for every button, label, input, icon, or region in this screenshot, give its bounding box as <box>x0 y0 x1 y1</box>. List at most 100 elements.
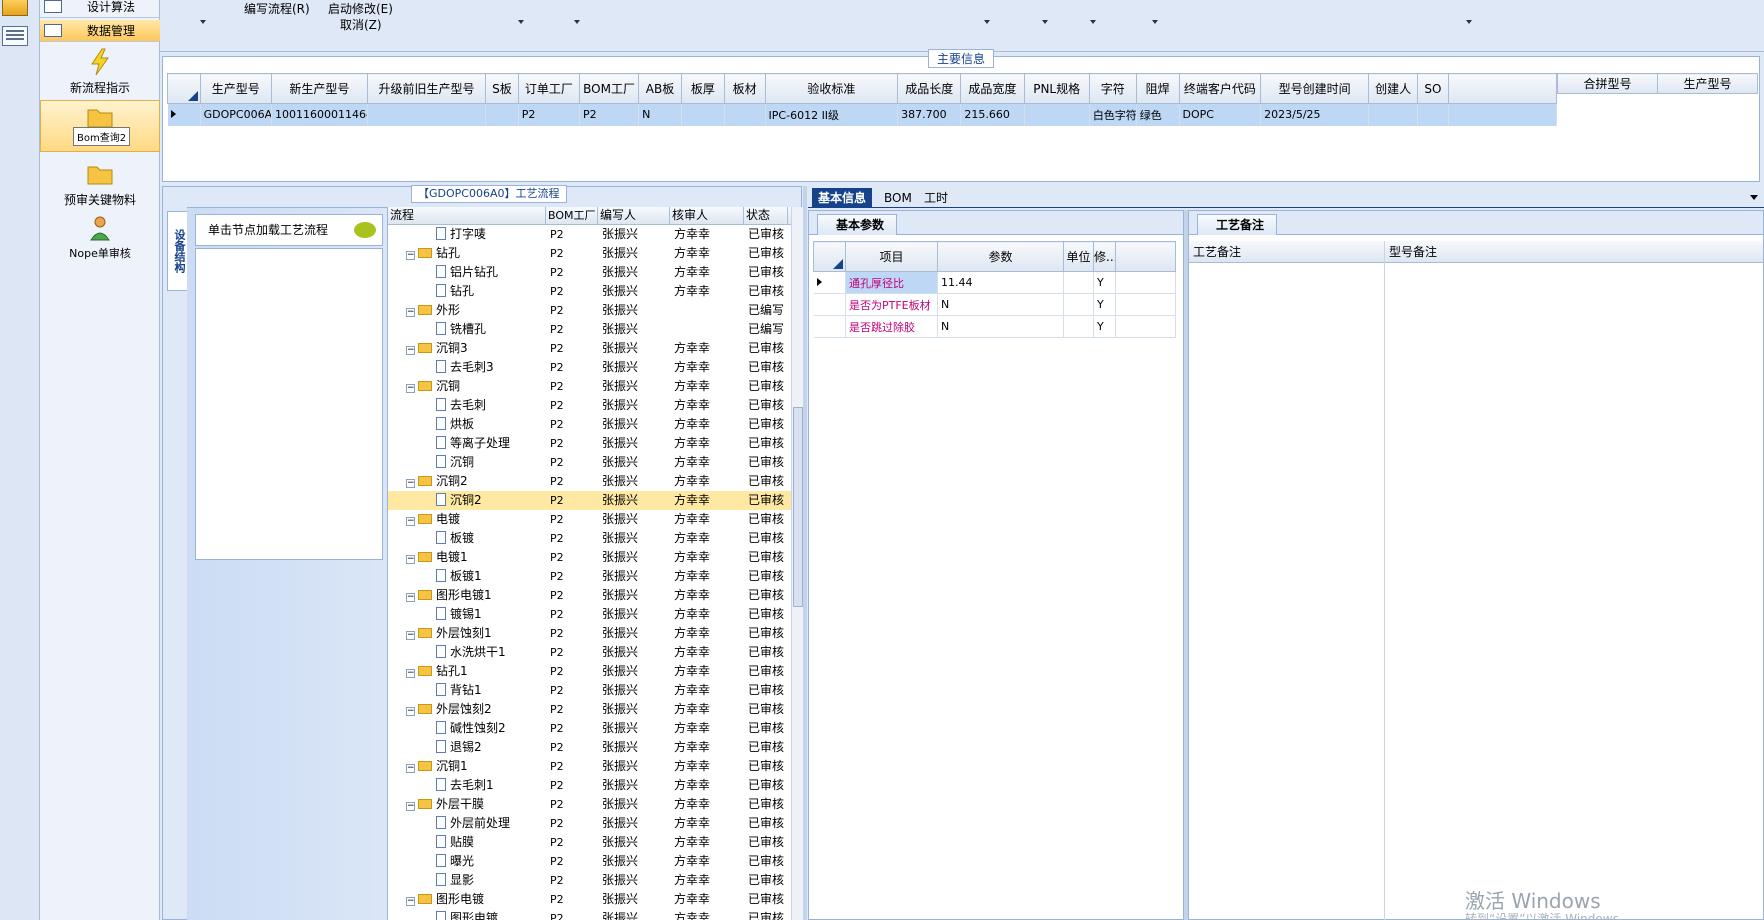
tree-node[interactable]: − 图形电镀1 <box>388 586 546 605</box>
collapse-icon[interactable]: − <box>406 897 415 906</box>
collapse-icon[interactable]: − <box>406 384 415 393</box>
side-model-header[interactable]: 生产型号 <box>1657 73 1758 94</box>
main-cell-11[interactable]: 215.660 <box>960 103 1025 126</box>
param-mod[interactable]: Y <box>1093 315 1116 338</box>
tree-row[interactable]: − 电镀 P2 张振兴 方幸幸 已审核 <box>388 510 803 529</box>
cancel-button[interactable]: 取消(Z) <box>340 16 382 33</box>
collapse-icon[interactable]: − <box>406 517 415 526</box>
nav-new-flow[interactable]: 新流程指示 <box>40 46 160 98</box>
main-col-0[interactable]: 生产型号 <box>199 73 273 104</box>
tree-row[interactable]: 铣槽孔 P2 张振兴 已编写 <box>388 320 803 339</box>
tree-row[interactable]: 显影 P2 张振兴 方幸幸 已审核 <box>388 871 803 890</box>
chevron-down-icon[interactable] <box>200 20 206 24</box>
table-row[interactable]: 是否为PTFE板材 N Y <box>813 293 1176 316</box>
tree-node[interactable]: 沉铜2 <box>388 491 546 510</box>
tab-bom[interactable]: BOM <box>878 188 918 208</box>
tree-row[interactable]: − 图形电镀1 P2 张振兴 方幸幸 已审核 <box>388 586 803 605</box>
collapse-icon[interactable]: − <box>406 669 415 678</box>
table-row[interactable]: GDOPC006A010011600011464P2P2NIPC-6012 II… <box>167 103 1558 126</box>
main-col-4[interactable]: 订单工厂 <box>517 73 580 104</box>
param-mod[interactable]: Y <box>1093 271 1116 294</box>
main-col-5[interactable]: BOM工厂 <box>578 73 640 104</box>
tree-row[interactable]: − 钻孔 P2 张振兴 方幸幸 已审核 <box>388 244 803 263</box>
chevron-down-icon[interactable] <box>1750 195 1758 200</box>
tree-node[interactable]: 水洗烘干1 <box>388 643 546 662</box>
tree-row[interactable]: 图形电镀 P2 张振兴 方幸幸 已审核 <box>388 909 803 920</box>
tree-node[interactable]: 等离子处理 <box>388 434 546 453</box>
main-cell-10[interactable]: 387.700 <box>897 103 962 126</box>
tree-row[interactable]: − 沉铜3 P2 张振兴 方幸幸 已审核 <box>388 339 803 358</box>
basic-params-tab[interactable]: 基本参数 <box>817 214 898 235</box>
tree-node[interactable]: 沉铜 <box>388 453 546 472</box>
main-col-11[interactable]: 成品宽度 <box>960 73 1025 104</box>
tree-row[interactable]: − 钻孔1 P2 张振兴 方幸幸 已审核 <box>388 662 803 681</box>
main-cell-17[interactable] <box>1368 103 1419 126</box>
tree-row[interactable]: 等离子处理 P2 张振兴 方幸幸 已审核 <box>388 434 803 453</box>
process-notes-tab[interactable]: 工艺备注 <box>1197 214 1278 235</box>
main-col-3[interactable]: S板 <box>485 73 519 104</box>
param-value[interactable]: N <box>937 315 1064 338</box>
nav-data-mgmt[interactable]: 数据管理 <box>40 20 160 42</box>
tree-row[interactable]: − 外层蚀刻1 P2 张振兴 方幸幸 已审核 <box>388 624 803 643</box>
tree-node[interactable]: 图形电镀 <box>388 909 546 920</box>
param-unit[interactable] <box>1063 315 1094 338</box>
main-cell-14[interactable]: 绿色 <box>1136 103 1180 126</box>
chevron-down-icon[interactable] <box>984 20 990 24</box>
edit-flow-button[interactable]: 编写流程(R) <box>244 0 310 17</box>
tree-node[interactable]: − 外形 <box>388 301 546 320</box>
tree-node[interactable]: − 钻孔1 <box>388 662 546 681</box>
param-mod[interactable]: Y <box>1093 293 1116 316</box>
tree-row[interactable]: 打字唛 P2 张振兴 方幸幸 已审核 <box>388 225 803 244</box>
chevron-down-icon[interactable] <box>1090 20 1096 24</box>
collapse-icon[interactable]: − <box>406 593 415 602</box>
tree-node[interactable]: 碱性蚀刻2 <box>388 719 546 738</box>
tree-row[interactable]: − 沉铜2 P2 张振兴 方幸幸 已审核 <box>388 472 803 491</box>
calendar-icon[interactable] <box>2 0 28 16</box>
tree-node[interactable]: 背钻1 <box>388 681 546 700</box>
tree-node[interactable]: − 沉铜1 <box>388 757 546 776</box>
main-cell-5[interactable]: P2 <box>579 103 640 126</box>
tree-node[interactable]: 去毛刺1 <box>388 776 546 795</box>
tree-row[interactable]: 板镀1 P2 张振兴 方幸幸 已审核 <box>388 567 803 586</box>
col-reviewer[interactable]: 核审人 <box>670 207 744 224</box>
main-cell-7[interactable] <box>681 103 725 126</box>
main-col-13[interactable]: 字符 <box>1088 73 1137 104</box>
node-list[interactable] <box>195 248 383 560</box>
main-cell-16[interactable]: 2023/5/25 <box>1260 103 1370 126</box>
main-cell-6[interactable]: N <box>638 103 682 126</box>
start-modify-button[interactable]: 启动修改(E) <box>328 0 393 17</box>
tree-row[interactable]: 镀锡1 P2 张振兴 方幸幸 已审核 <box>388 605 803 624</box>
tree-row[interactable]: − 图形电镀 P2 张振兴 方幸幸 已审核 <box>388 890 803 909</box>
table-row[interactable]: 通孔厚径比 11.44 Y <box>813 271 1176 294</box>
collapse-icon[interactable]: − <box>406 631 415 640</box>
tree-row[interactable]: − 沉铜1 P2 张振兴 方幸幸 已审核 <box>388 757 803 776</box>
col-status[interactable]: 状态 <box>744 207 788 224</box>
nav-pre-audit[interactable]: 预审关键物料 <box>40 158 160 210</box>
chevron-down-icon[interactable] <box>1152 20 1158 24</box>
tree-node[interactable]: − 沉铜3 <box>388 339 546 358</box>
tree-row[interactable]: 去毛刺3 P2 张振兴 方幸幸 已审核 <box>388 358 803 377</box>
tree-node[interactable]: − 钻孔 <box>388 244 546 263</box>
tree-node[interactable]: − 电镀 <box>388 510 546 529</box>
main-col-18[interactable]: SO <box>1417 73 1449 104</box>
tree-row[interactable]: 烘板 P2 张振兴 方幸幸 已审核 <box>388 415 803 434</box>
main-col-2[interactable]: 升级前旧生产型号 <box>366 73 487 104</box>
tree-row[interactable]: 曝光 P2 张振兴 方幸幸 已审核 <box>388 852 803 871</box>
col-flow[interactable]: 流程 <box>388 207 546 224</box>
tree-row[interactable]: 去毛刺 P2 张振兴 方幸幸 已审核 <box>388 396 803 415</box>
chevron-down-icon[interactable] <box>1466 20 1472 24</box>
collapse-icon[interactable]: − <box>406 308 415 317</box>
nav-design-algo[interactable]: 设计算法 <box>40 0 160 18</box>
chevron-down-icon[interactable] <box>518 20 524 24</box>
main-cell-18[interactable] <box>1417 103 1449 126</box>
tree-row[interactable]: 碱性蚀刻2 P2 张振兴 方幸幸 已审核 <box>388 719 803 738</box>
tree-row[interactable]: 贴膜 P2 张振兴 方幸幸 已审核 <box>388 833 803 852</box>
main-cell-13[interactable]: 白色字符 <box>1089 103 1137 126</box>
main-col-8[interactable]: 板材 <box>723 73 766 104</box>
param-unit[interactable] <box>1063 271 1094 294</box>
grid-icon[interactable] <box>2 26 28 46</box>
collapse-icon[interactable]: − <box>406 764 415 773</box>
tree-row[interactable]: 退锡2 P2 张振兴 方幸幸 已审核 <box>388 738 803 757</box>
main-col-16[interactable]: 型号创建时间 <box>1260 73 1370 104</box>
main-cell-9[interactable]: IPC-6012 II级 <box>765 103 899 126</box>
